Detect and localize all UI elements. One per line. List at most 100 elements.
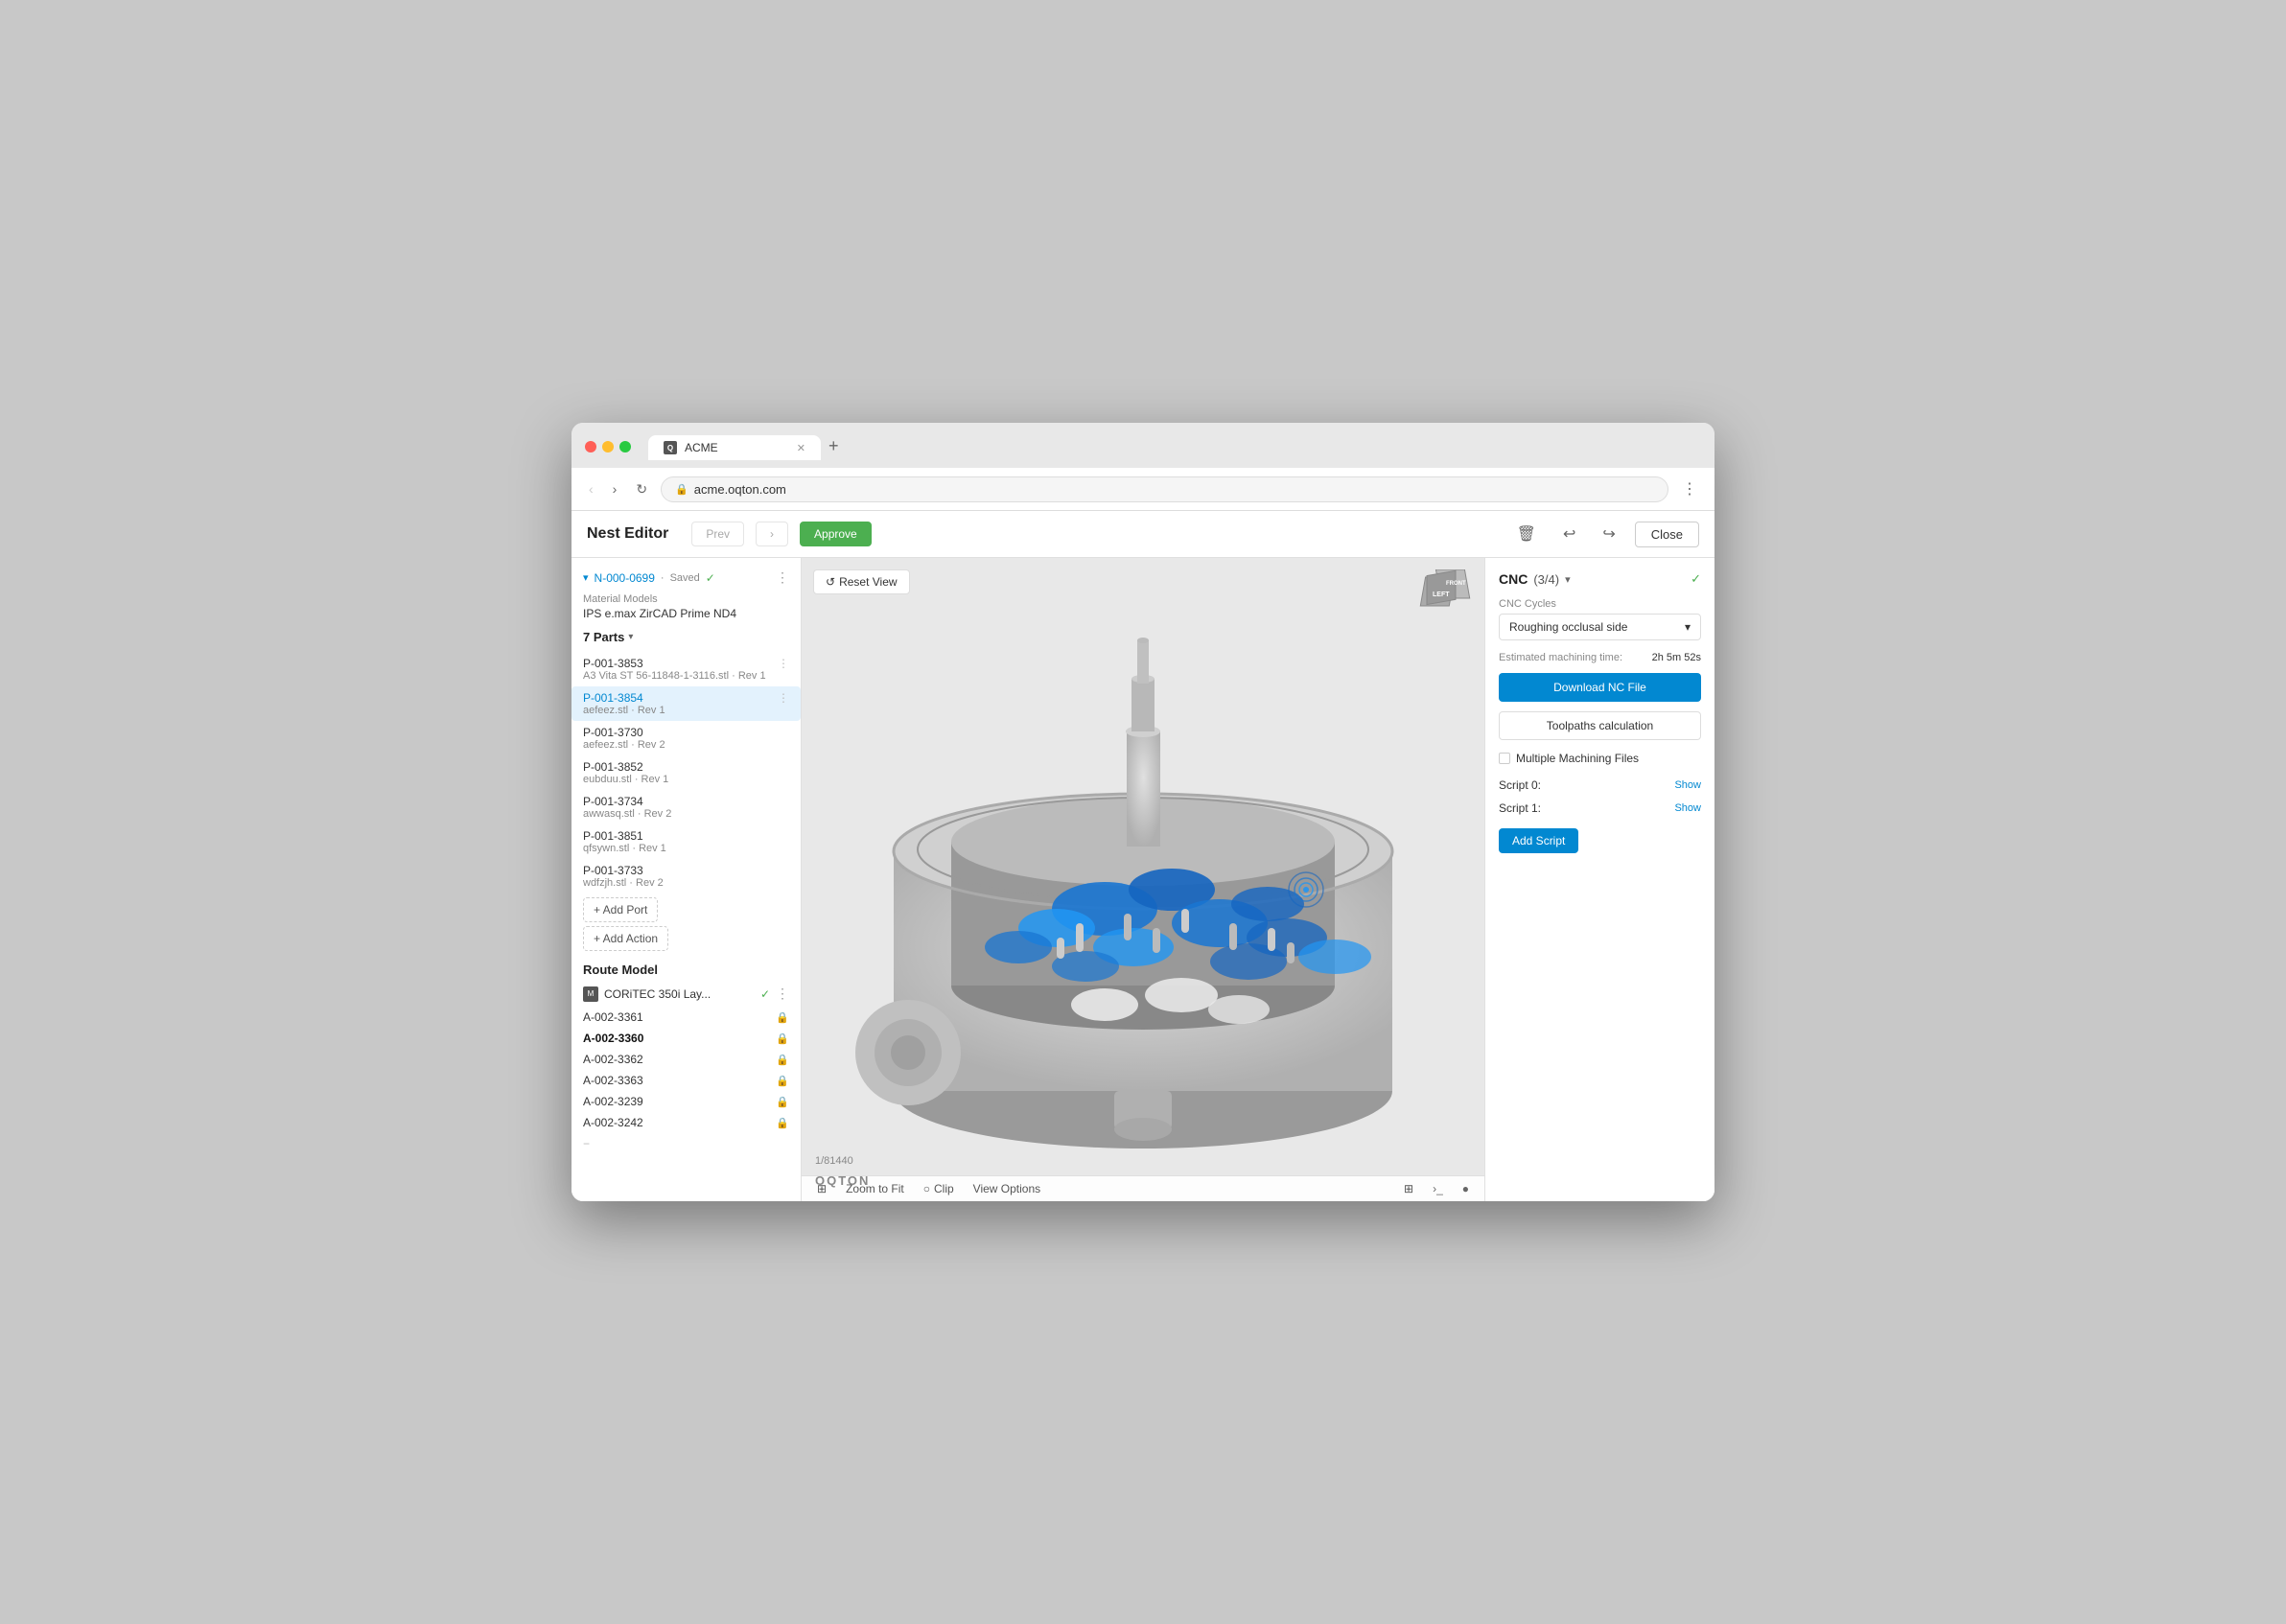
material-value: IPS e.max ZirCAD Prime ND4 (583, 607, 789, 620)
estimated-row: Estimated machining time: 2h 5m 52s (1499, 652, 1701, 663)
close-traffic-light[interactable] (585, 441, 596, 452)
expand-icon: ▾ (583, 571, 589, 584)
new-tab-button[interactable]: + (821, 432, 847, 460)
assembly-id: A-002-3361 (583, 1010, 770, 1024)
assembly-item[interactable]: A-002-3362 🔒 (572, 1049, 801, 1070)
assembly-item[interactable]: A-002-3242 🔒 (572, 1112, 801, 1133)
part-id: P-001-3851 (583, 829, 643, 843)
prev-button[interactable]: Prev (691, 522, 744, 546)
nest-more-button[interactable]: ⋮ (776, 569, 789, 586)
lock-icon: 🔒 (776, 1096, 789, 1108)
part-item[interactable]: P-001-3851 qfsywn.stl · Rev 1 (572, 824, 801, 859)
part-item[interactable]: P-001-3730 aefeez.stl · Rev 2 (572, 721, 801, 755)
add-action-button[interactable]: + Add Action (583, 926, 668, 951)
add-port-button[interactable]: + Add Port (583, 897, 658, 922)
script0-label: Script 0: (1499, 778, 1541, 792)
lock-icon: 🔒 (776, 1075, 789, 1087)
part-filename: wdfzjh.stl · Rev 2 (583, 877, 789, 889)
cnc-panel: CNC (3/4) ▾ ✓ CNC Cycles Roughing occlus… (1484, 558, 1714, 1201)
tab-close-button[interactable]: ✕ (797, 442, 805, 454)
viewer-footer: ⊞ Zoom to Fit ○ Clip View Options ⊞ ›_ ● (802, 1175, 1484, 1201)
settings-dot[interactable]: ● (1462, 1182, 1469, 1195)
3d-viewport[interactable] (802, 558, 1484, 1201)
browser-menu-button[interactable]: ⋮ (1676, 476, 1703, 502)
maximize-traffic-light[interactable] (619, 441, 631, 452)
address-bar[interactable]: 🔒 acme.oqton.com (661, 476, 1668, 502)
reload-button[interactable]: ↻ (630, 477, 653, 501)
material-label: Material Models (583, 593, 789, 605)
lock-icon: 🔒 (776, 1032, 789, 1045)
cnc-cycles-label: CNC Cycles (1499, 598, 1701, 610)
add-script-button[interactable]: Add Script (1499, 828, 1578, 853)
page-title: Nest Editor (587, 525, 668, 543)
tab-title: ACME (685, 441, 718, 454)
assembly-item[interactable]: A-002-3363 🔒 (572, 1070, 801, 1091)
download-nc-file-button[interactable]: Download NC File (1499, 673, 1701, 702)
back-button[interactable]: ‹ (583, 477, 599, 500)
next-button[interactable]: › (756, 522, 788, 546)
nest-id[interactable]: N-000-0699 (595, 571, 655, 585)
part-item[interactable]: P-001-3853 ⋮ A3 Vita ST 56-11848-1-3116.… (572, 652, 801, 686)
part-filename: aefeez.stl · Rev 2 (583, 739, 789, 751)
script1-row: Script 1: Show (1499, 801, 1701, 815)
assembly-id: A-002-3242 (583, 1116, 770, 1129)
part-id: P-001-3853 (583, 657, 643, 670)
assembly-item[interactable]: A-002-3239 🔒 (572, 1091, 801, 1112)
part-item[interactable]: P-001-3734 awwasq.stl · Rev 2 (572, 790, 801, 824)
part-id: P-001-3733 (583, 864, 643, 877)
nest-id-row: ▾ N-000-0699 · Saved ✓ ⋮ (583, 569, 789, 586)
cnc-count: (3/4) (1533, 572, 1559, 587)
multiple-files-checkbox[interactable] (1499, 753, 1510, 764)
part-item-selected[interactable]: P-001-3854 ⋮ aefeez.stl · Rev 1 (572, 686, 801, 721)
browser-tabs: Q ACME ✕ + (648, 432, 847, 460)
browser-titlebar: Q ACME ✕ + (572, 423, 1714, 468)
multiple-files-row: Multiple Machining Files (1499, 752, 1701, 765)
assembly-id-bold: A-002-3360 (583, 1032, 770, 1045)
cnc-cycles-dropdown[interactable]: Roughing occlusal side ▾ (1499, 614, 1701, 640)
frame-counter: 1/81440 (815, 1155, 853, 1167)
orientation-cube-svg: LEFT FRONT (1419, 569, 1473, 623)
undo-button[interactable]: ↩ (1555, 521, 1583, 547)
clip-button[interactable]: ○ Clip (923, 1182, 954, 1195)
part-more-button[interactable]: ⋮ (778, 657, 789, 670)
active-tab[interactable]: Q ACME ✕ (648, 435, 821, 460)
part-id: P-001-3852 (583, 760, 643, 774)
assembly-item[interactable]: A-002-3361 🔒 (572, 1007, 801, 1028)
lock-icon: 🔒 (776, 1117, 789, 1129)
terminal-icon[interactable]: ›_ (1433, 1182, 1443, 1195)
approve-button[interactable]: Approve (800, 522, 872, 546)
delete-button[interactable]: 🗑 (1509, 521, 1544, 547)
machine-item[interactable]: M CORiTEC 350i Lay... ✓ ⋮ (572, 981, 801, 1007)
minimize-traffic-light[interactable] (602, 441, 614, 452)
toolpaths-calculation-button[interactable]: Toolpaths calculation (1499, 711, 1701, 740)
script0-show-link[interactable]: Show (1674, 779, 1701, 791)
part-id: P-001-3734 (583, 795, 643, 808)
assembly-item[interactable]: A-002-3360 🔒 (572, 1028, 801, 1049)
url-text: acme.oqton.com (694, 482, 786, 497)
script0-row: Script 0: Show (1499, 778, 1701, 792)
view-options-button[interactable]: View Options (973, 1182, 1040, 1195)
close-button[interactable]: Close (1635, 522, 1699, 547)
clip-label: Clip (934, 1182, 954, 1195)
part-item[interactable]: P-001-3733 wdfzjh.stl · Rev 2 (572, 859, 801, 893)
machine-more-button[interactable]: ⋮ (776, 986, 789, 1002)
traffic-lights (585, 441, 631, 452)
part-more-button[interactable]: ⋮ (778, 691, 789, 705)
cnc-expand-icon[interactable]: ▾ (1565, 573, 1571, 586)
cnc-cycle-value: Roughing occlusal side (1509, 620, 1627, 634)
part-item[interactable]: P-001-3852 eubduu.stl · Rev 1 (572, 755, 801, 790)
part-id: P-001-3730 (583, 726, 643, 739)
reset-icon: ↺ (826, 575, 835, 589)
orientation-cube: LEFT FRONT (1419, 569, 1473, 623)
forward-button[interactable]: › (607, 477, 623, 500)
expand-right-icon[interactable]: ⊞ (1404, 1182, 1413, 1195)
multiple-files-label: Multiple Machining Files (1516, 752, 1639, 765)
script1-show-link[interactable]: Show (1674, 802, 1701, 814)
reset-view-button[interactable]: ↺ Reset View (813, 569, 910, 594)
assembly-id: A-002-3362 (583, 1053, 770, 1066)
nest-section: ▾ N-000-0699 · Saved ✓ ⋮ Material Models… (572, 569, 801, 644)
browser-navbar: ‹ › ↻ 🔒 acme.oqton.com ⋮ (572, 468, 1714, 511)
saved-text: Saved (670, 572, 700, 584)
redo-button[interactable]: ↪ (1595, 521, 1622, 547)
sidebar: ▾ N-000-0699 · Saved ✓ ⋮ Material Models… (572, 558, 802, 1201)
